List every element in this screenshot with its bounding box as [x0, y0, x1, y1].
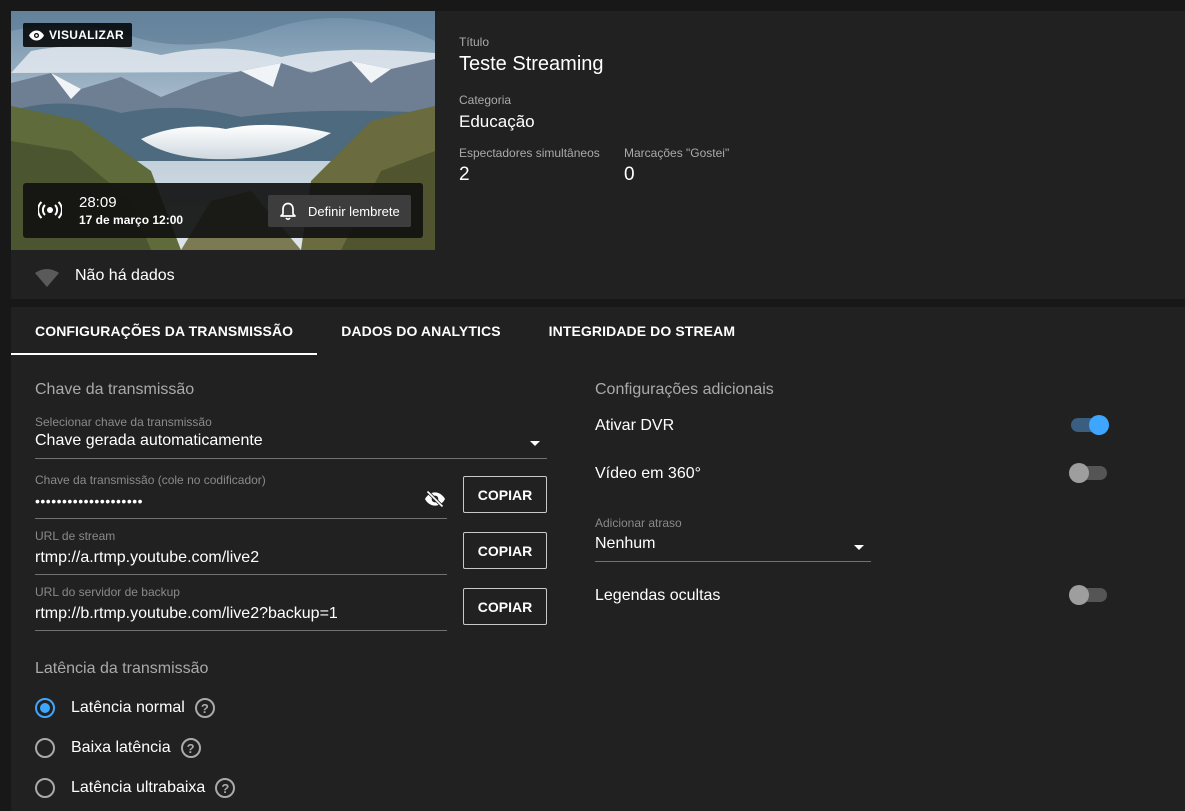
stream-url-field[interactable]: URL de stream rtmp://a.rtmp.youtube.com/… — [35, 527, 447, 575]
latency-ultralow-label: Latência ultrabaixa — [71, 779, 206, 796]
backup-url-label: URL do servidor de backup — [35, 585, 180, 599]
backup-url-field[interactable]: URL do servidor de backup rtmp://b.rtmp.… — [35, 583, 447, 631]
help-icon[interactable]: ? — [194, 698, 215, 718]
latency-option-ultralow[interactable]: Latência ultrabaixa ? — [35, 776, 236, 800]
category-block: Categoria Educação — [459, 93, 535, 132]
likes-label: Marcações "Gostei" — [624, 146, 730, 160]
copy-stream-url-button[interactable]: COPIAR — [463, 532, 547, 569]
video360-label: Vídeo em 360° — [595, 465, 702, 482]
toggle-knob — [1069, 585, 1089, 605]
wifi-icon — [35, 269, 59, 287]
video360-setting: Vídeo em 360° — [595, 462, 1107, 486]
additional-settings-title: Configurações adicionais — [595, 381, 774, 398]
dvr-label: Ativar DVR — [595, 417, 675, 434]
backup-url-value: rtmp://b.rtmp.youtube.com/live2?backup=1 — [35, 605, 338, 622]
title-label: Título — [459, 35, 490, 49]
stream-settings-card: CONFIGURAÇÕES DA TRANSMISSÃO DADOS DO AN… — [11, 307, 1185, 811]
dvr-toggle[interactable] — [1071, 415, 1109, 435]
schedule-overlay: 28:09 17 de março 12:00 Definir lembrete — [23, 183, 423, 238]
stream-key-select-value: Chave gerada automaticamente — [35, 432, 263, 449]
category-label: Categoria — [459, 93, 512, 107]
stream-key-section-title: Chave da transmissão — [35, 381, 195, 398]
help-icon[interactable]: ? — [180, 738, 201, 758]
toggle-knob — [1089, 415, 1109, 435]
eye-icon — [29, 30, 44, 40]
latency-option-low[interactable]: Baixa latência ? — [35, 736, 201, 760]
copy-stream-key-button[interactable]: COPIAR — [463, 476, 547, 513]
scheduled-date: 17 de março 12:00 — [79, 213, 184, 227]
stream-key-field[interactable]: Chave da transmissão (cole no codificado… — [35, 471, 447, 519]
captions-setting: Legendas ocultas — [595, 584, 1107, 608]
delay-value: Nenhum — [595, 535, 656, 552]
viewers-value: 2 — [459, 164, 470, 185]
stream-thumbnail[interactable]: VISUALIZAR 28:09 17 de março 12:00 Defin… — [11, 11, 435, 250]
likes-block: Marcações "Gostei" 0 — [624, 146, 729, 186]
stream-key-select-label: Selecionar chave da transmissão — [35, 415, 212, 429]
dropdown-arrow-icon — [530, 441, 540, 446]
stream-title: Teste Streaming — [459, 53, 604, 75]
preview-badge[interactable]: VISUALIZAR — [23, 23, 132, 47]
radio-low-latency[interactable] — [35, 738, 55, 758]
likes-value: 0 — [624, 164, 635, 185]
eye-off-icon[interactable] — [425, 491, 445, 507]
stream-url-value: rtmp://a.rtmp.youtube.com/live2 — [35, 549, 260, 566]
latency-option-normal[interactable]: Latência normal ? — [35, 696, 215, 720]
stream-summary-card: VISUALIZAR 28:09 17 de março 12:00 Defin… — [11, 11, 1185, 299]
tab-stream-health[interactable]: INTEGRIDADE DO STREAM — [525, 307, 759, 355]
latency-low-label: Baixa latência — [71, 739, 171, 756]
tab-stream-settings[interactable]: CONFIGURAÇÕES DA TRANSMISSÃO — [11, 307, 318, 355]
settings-tabs: CONFIGURAÇÕES DA TRANSMISSÃO DADOS DO AN… — [11, 307, 759, 355]
title-block: Título Teste Streaming — [459, 35, 604, 76]
set-reminder-label: Definir lembrete — [308, 203, 400, 219]
copy-backup-url-button[interactable]: COPIAR — [463, 588, 547, 625]
stream-key-value: •••••••••••••••••••• — [35, 493, 144, 509]
viewers-block: Espectadores simultâneos 2 — [459, 146, 600, 186]
dvr-setting: Ativar DVR — [595, 414, 1109, 438]
stream-duration: 28:09 — [79, 194, 117, 211]
radio-normal-latency[interactable] — [35, 698, 55, 718]
connection-status-text: Não há dados — [75, 267, 175, 284]
radio-ultralow-latency[interactable] — [35, 778, 55, 798]
stream-key-select[interactable]: Selecionar chave da transmissão Chave ge… — [35, 413, 547, 459]
captions-toggle[interactable] — [1069, 585, 1107, 605]
live-broadcast-icon — [38, 201, 62, 219]
stream-url-label: URL de stream — [35, 529, 116, 543]
category-value: Educação — [459, 112, 535, 131]
latency-normal-label: Latência normal — [71, 699, 185, 716]
latency-section-title: Latência da transmissão — [35, 660, 209, 677]
toggle-knob — [1069, 463, 1089, 483]
delay-select[interactable]: Adicionar atraso Nenhum — [595, 513, 871, 562]
bell-icon — [280, 202, 296, 220]
tab-analytics[interactable]: DADOS DO ANALYTICS — [317, 307, 524, 355]
preview-badge-label: VISUALIZAR — [49, 28, 124, 42]
dropdown-arrow-icon — [854, 545, 864, 550]
help-icon[interactable]: ? — [215, 778, 236, 798]
set-reminder-button[interactable]: Definir lembrete — [268, 195, 411, 227]
video360-toggle[interactable] — [1069, 463, 1107, 483]
stream-key-label: Chave da transmissão (cole no codificado… — [35, 473, 266, 487]
connection-status: Não há dados — [11, 253, 1185, 299]
viewers-label: Espectadores simultâneos — [459, 146, 600, 160]
delay-label: Adicionar atraso — [595, 516, 682, 530]
captions-label: Legendas ocultas — [595, 587, 721, 604]
